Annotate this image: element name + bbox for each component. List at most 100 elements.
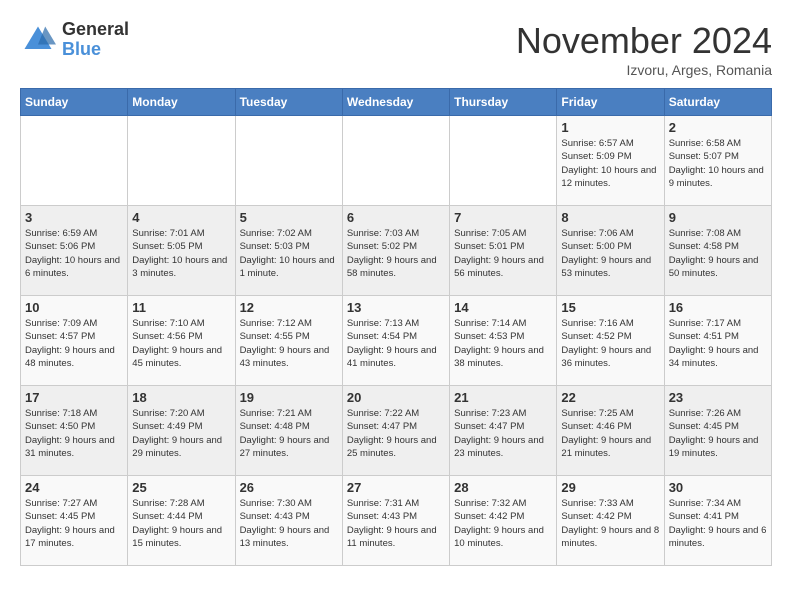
day-number: 19 (240, 390, 338, 405)
header-monday: Monday (128, 89, 235, 116)
day-number: 8 (561, 210, 659, 225)
calendar-cell: 12 Sunrise: 7:12 AM Sunset: 4:55 PM Dayli… (235, 296, 342, 386)
day-info: Sunrise: 6:57 AM Sunset: 5:09 PM Dayligh… (561, 137, 659, 190)
day-number: 15 (561, 300, 659, 315)
day-number: 24 (25, 480, 123, 495)
calendar-cell (235, 116, 342, 206)
calendar-week-row: 10 Sunrise: 7:09 AM Sunset: 4:57 PM Dayli… (21, 296, 772, 386)
calendar-cell: 28Sunrise: 7:32 AM Sunset: 4:42 PM Dayli… (450, 476, 557, 566)
day-number: 30 (669, 480, 767, 495)
day-number: 14 (454, 300, 552, 315)
day-info: Sunrise: 6:59 AM Sunset: 5:06 PM Dayligh… (25, 227, 123, 280)
day-info: Sunrise: 7:22 AM Sunset: 4:47 PM Dayligh… (347, 407, 445, 460)
day-info: Sunrise: 6:58 AM Sunset: 5:07 PM Dayligh… (669, 137, 767, 190)
day-number: 1 (561, 120, 659, 135)
calendar-cell: 4 Sunrise: 7:01 AM Sunset: 5:05 PM Daylig… (128, 206, 235, 296)
day-info: Sunrise: 7:06 AM Sunset: 5:00 PM Dayligh… (561, 227, 659, 280)
day-info: Sunrise: 7:34 AM Sunset: 4:41 PM Dayligh… (669, 497, 767, 550)
month-title: November 2024 (516, 20, 772, 62)
day-number: 27 (347, 480, 445, 495)
header-sunday: Sunday (21, 89, 128, 116)
day-number: 6 (347, 210, 445, 225)
day-info: Sunrise: 7:31 AM Sunset: 4:43 PM Dayligh… (347, 497, 445, 550)
calendar-cell (342, 116, 449, 206)
day-info: Sunrise: 7:30 AM Sunset: 4:43 PM Dayligh… (240, 497, 338, 550)
calendar-cell: 13 Sunrise: 7:13 AM Sunset: 4:54 PM Dayli… (342, 296, 449, 386)
day-number: 21 (454, 390, 552, 405)
day-number: 29 (561, 480, 659, 495)
calendar-cell: 19 Sunrise: 7:21 AM Sunset: 4:48 PM Dayli… (235, 386, 342, 476)
day-number: 28 (454, 480, 552, 495)
day-info: Sunrise: 7:05 AM Sunset: 5:01 PM Dayligh… (454, 227, 552, 280)
logo: General Blue (20, 20, 129, 60)
calendar-cell: 1 Sunrise: 6:57 AM Sunset: 5:09 PM Daylig… (557, 116, 664, 206)
day-info: Sunrise: 7:27 AM Sunset: 4:45 PM Dayligh… (25, 497, 123, 550)
header-tuesday: Tuesday (235, 89, 342, 116)
calendar-cell: 7 Sunrise: 7:05 AM Sunset: 5:01 PM Daylig… (450, 206, 557, 296)
calendar-cell: 22Sunrise: 7:25 AM Sunset: 4:46 PM Dayli… (557, 386, 664, 476)
day-number: 17 (25, 390, 123, 405)
day-info: Sunrise: 7:13 AM Sunset: 4:54 PM Dayligh… (347, 317, 445, 370)
calendar-header-row: SundayMondayTuesdayWednesdayThursdayFrid… (21, 89, 772, 116)
calendar-cell: 2 Sunrise: 6:58 AM Sunset: 5:07 PM Daylig… (664, 116, 771, 206)
day-info: Sunrise: 7:20 AM Sunset: 4:49 PM Dayligh… (132, 407, 230, 460)
calendar-cell: 30 Sunrise: 7:34 AM Sunset: 4:41 PM Dayli… (664, 476, 771, 566)
calendar-cell: 20 Sunrise: 7:22 AM Sunset: 4:47 PM Dayli… (342, 386, 449, 476)
calendar-cell: 9Sunrise: 7:08 AM Sunset: 4:58 PM Daylig… (664, 206, 771, 296)
calendar-cell (450, 116, 557, 206)
title-block: November 2024 Izvoru, Arges, Romania (516, 20, 772, 78)
calendar-cell: 16 Sunrise: 7:17 AM Sunset: 4:51 PM Dayli… (664, 296, 771, 386)
day-number: 25 (132, 480, 230, 495)
location: Izvoru, Arges, Romania (516, 62, 772, 78)
logo-text: General Blue (62, 20, 129, 60)
logo-icon (20, 22, 56, 58)
day-info: Sunrise: 7:33 AM Sunset: 4:42 PM Dayligh… (561, 497, 659, 550)
day-number: 7 (454, 210, 552, 225)
day-number: 13 (347, 300, 445, 315)
day-info: Sunrise: 7:02 AM Sunset: 5:03 PM Dayligh… (240, 227, 338, 280)
calendar-table: SundayMondayTuesdayWednesdayThursdayFrid… (20, 88, 772, 566)
calendar-cell: 15 Sunrise: 7:16 AM Sunset: 4:52 PM Dayli… (557, 296, 664, 386)
day-number: 2 (669, 120, 767, 135)
calendar-cell: 27 Sunrise: 7:31 AM Sunset: 4:43 PM Dayli… (342, 476, 449, 566)
calendar-cell: 24 Sunrise: 7:27 AM Sunset: 4:45 PM Dayli… (21, 476, 128, 566)
day-info: Sunrise: 7:21 AM Sunset: 4:48 PM Dayligh… (240, 407, 338, 460)
day-info: Sunrise: 7:01 AM Sunset: 5:05 PM Dayligh… (132, 227, 230, 280)
calendar-cell: 21Sunrise: 7:23 AM Sunset: 4:47 PM Dayli… (450, 386, 557, 476)
calendar-cell: 18Sunrise: 7:20 AM Sunset: 4:49 PM Dayli… (128, 386, 235, 476)
day-info: Sunrise: 7:08 AM Sunset: 4:58 PM Dayligh… (669, 227, 767, 280)
header-wednesday: Wednesday (342, 89, 449, 116)
day-number: 16 (669, 300, 767, 315)
day-info: Sunrise: 7:26 AM Sunset: 4:45 PM Dayligh… (669, 407, 767, 460)
day-info: Sunrise: 7:17 AM Sunset: 4:51 PM Dayligh… (669, 317, 767, 370)
day-number: 3 (25, 210, 123, 225)
calendar-cell: 25 Sunrise: 7:28 AM Sunset: 4:44 PM Dayli… (128, 476, 235, 566)
day-number: 20 (347, 390, 445, 405)
day-info: Sunrise: 7:12 AM Sunset: 4:55 PM Dayligh… (240, 317, 338, 370)
calendar-cell: 14 Sunrise: 7:14 AM Sunset: 4:53 PM Dayli… (450, 296, 557, 386)
day-info: Sunrise: 7:16 AM Sunset: 4:52 PM Dayligh… (561, 317, 659, 370)
day-info: Sunrise: 7:18 AM Sunset: 4:50 PM Dayligh… (25, 407, 123, 460)
calendar-cell: 5Sunrise: 7:02 AM Sunset: 5:03 PM Daylig… (235, 206, 342, 296)
day-number: 22 (561, 390, 659, 405)
calendar-week-row: 1 Sunrise: 6:57 AM Sunset: 5:09 PM Daylig… (21, 116, 772, 206)
page-header: General Blue November 2024 Izvoru, Arges… (20, 20, 772, 78)
day-info: Sunrise: 7:09 AM Sunset: 4:57 PM Dayligh… (25, 317, 123, 370)
day-number: 12 (240, 300, 338, 315)
day-number: 4 (132, 210, 230, 225)
day-info: Sunrise: 7:14 AM Sunset: 4:53 PM Dayligh… (454, 317, 552, 370)
calendar-cell (128, 116, 235, 206)
day-info: Sunrise: 7:28 AM Sunset: 4:44 PM Dayligh… (132, 497, 230, 550)
day-number: 23 (669, 390, 767, 405)
calendar-cell: 23 Sunrise: 7:26 AM Sunset: 4:45 PM Dayli… (664, 386, 771, 476)
calendar-cell: 3 Sunrise: 6:59 AM Sunset: 5:06 PM Daylig… (21, 206, 128, 296)
day-info: Sunrise: 7:10 AM Sunset: 4:56 PM Dayligh… (132, 317, 230, 370)
day-number: 10 (25, 300, 123, 315)
calendar-cell (21, 116, 128, 206)
calendar-week-row: 17 Sunrise: 7:18 AM Sunset: 4:50 PM Dayli… (21, 386, 772, 476)
day-number: 26 (240, 480, 338, 495)
calendar-cell: 10 Sunrise: 7:09 AM Sunset: 4:57 PM Dayli… (21, 296, 128, 386)
calendar-cell: 17 Sunrise: 7:18 AM Sunset: 4:50 PM Dayli… (21, 386, 128, 476)
header-thursday: Thursday (450, 89, 557, 116)
calendar-cell: 29 Sunrise: 7:33 AM Sunset: 4:42 PM Dayli… (557, 476, 664, 566)
